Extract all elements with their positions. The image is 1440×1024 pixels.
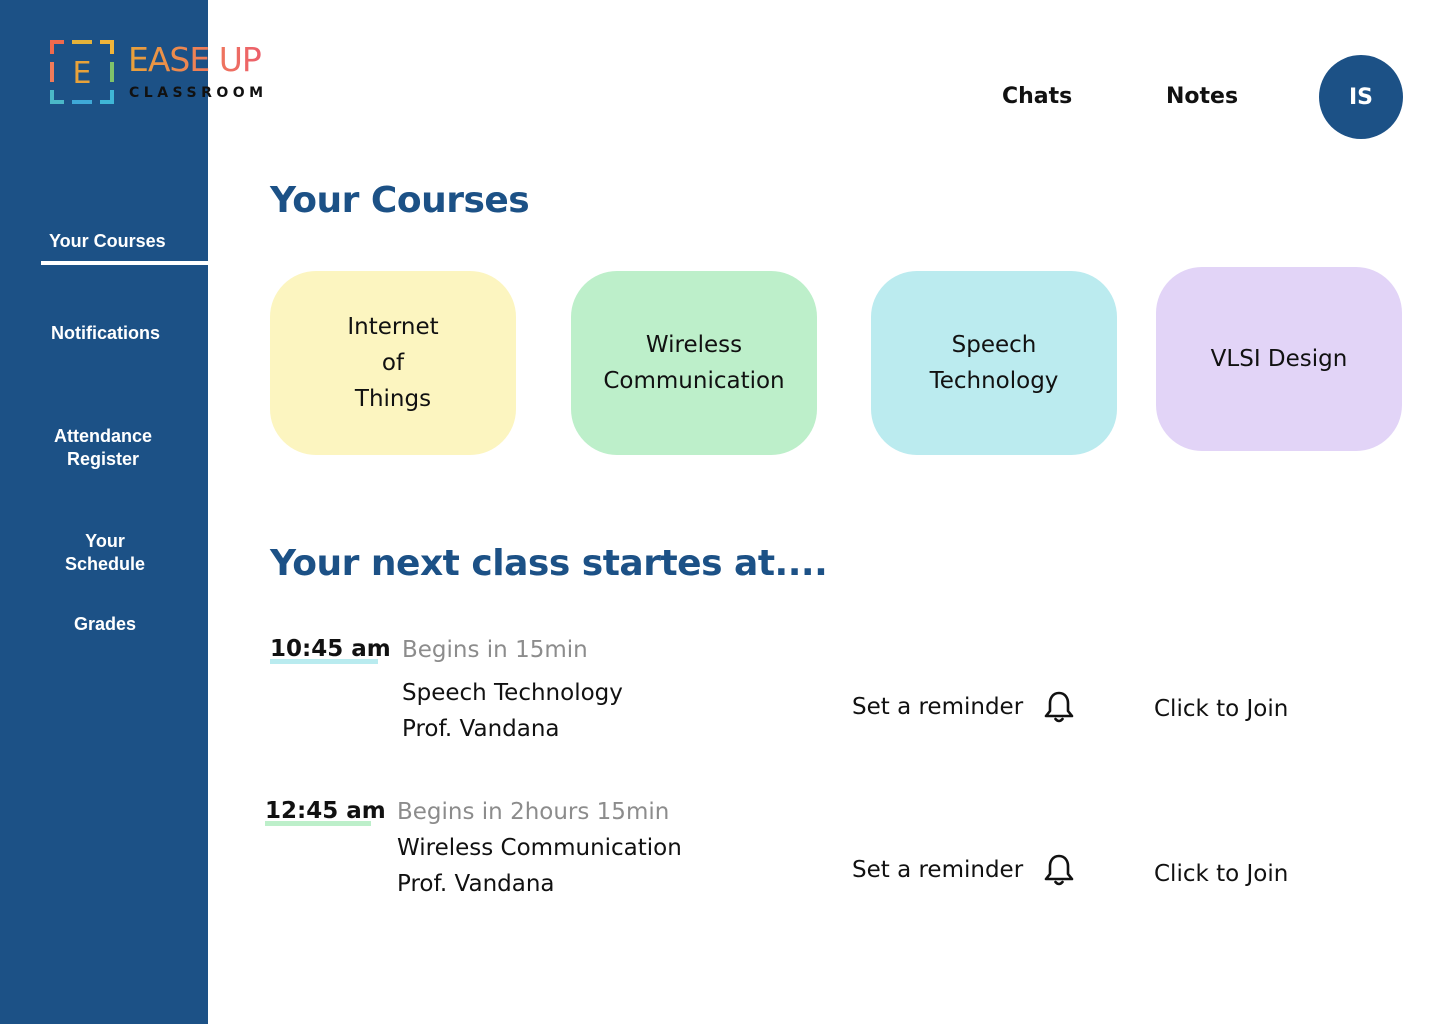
sidebar-item-label: Your Schedule bbox=[64, 531, 146, 574]
join-class-button[interactable]: Click to Join bbox=[1154, 696, 1288, 722]
class-professor: Prof. Vandana bbox=[397, 871, 555, 897]
course-card-wireless-communication[interactable]: Wireless Communication bbox=[571, 271, 817, 455]
class-time: 10:45 am bbox=[270, 636, 391, 662]
courses-title: Your Courses bbox=[270, 180, 530, 221]
chats-link[interactable]: Chats bbox=[1002, 84, 1072, 109]
sidebar-item-label: Notifications bbox=[51, 323, 161, 343]
class-professor: Prof. Vandana bbox=[402, 716, 560, 742]
set-reminder-button[interactable]: Set a reminder bbox=[852, 690, 1075, 724]
brand-logo: E EASE UP CLASSROOM bbox=[50, 40, 280, 106]
bell-icon bbox=[1044, 854, 1074, 886]
class-time: 12:45 am bbox=[265, 798, 386, 824]
sidebar-item-your-schedule[interactable]: Your Schedule bbox=[50, 507, 160, 576]
set-reminder-button[interactable]: Set a reminder bbox=[852, 853, 1075, 887]
brand-title: EASE UP bbox=[128, 40, 262, 79]
bell-icon bbox=[1044, 691, 1074, 723]
class-course-name: Wireless Communication bbox=[397, 835, 682, 861]
begins-in: Begins in 15min bbox=[402, 637, 588, 663]
course-card-label: Wireless Communication bbox=[603, 332, 785, 394]
sidebar-item-label: Attendance Register bbox=[53, 426, 152, 469]
active-indicator bbox=[41, 261, 208, 265]
avatar-initials: IS bbox=[1348, 84, 1374, 110]
sidebar: E EASE UP CLASSROOM Your Courses Notific… bbox=[0, 0, 263, 1024]
next-class-title: Your next class startes at.... bbox=[270, 543, 828, 584]
course-card-label: VLSI Design bbox=[1210, 346, 1348, 372]
logo-mark-icon: E bbox=[50, 40, 114, 104]
course-card-internet-of-things[interactable]: Internet of Things bbox=[270, 271, 516, 455]
course-card-speech-technology[interactable]: Speech Technology bbox=[871, 271, 1117, 455]
begins-in: Begins in 2hours 15min bbox=[397, 799, 670, 825]
notes-link[interactable]: Notes bbox=[1166, 84, 1238, 109]
svg-text:E: E bbox=[73, 56, 92, 91]
sidebar-item-your-courses[interactable]: Your Courses bbox=[49, 230, 166, 253]
sidebar-item-grades[interactable]: Grades bbox=[50, 613, 160, 636]
sidebar-item-attendance-register[interactable]: Attendance Register bbox=[48, 402, 158, 471]
set-reminder-label: Set a reminder bbox=[852, 694, 1024, 720]
course-card-label: Internet of Things bbox=[347, 314, 439, 412]
sidebar-item-label: Grades bbox=[73, 614, 137, 634]
join-class-button[interactable]: Click to Join bbox=[1154, 861, 1288, 887]
class-course-name: Speech Technology bbox=[402, 680, 623, 706]
sidebar-item-label: Your Courses bbox=[49, 231, 166, 251]
course-card-label: Speech Technology bbox=[929, 332, 1059, 394]
brand-subtitle: CLASSROOM bbox=[129, 85, 268, 101]
course-card-vlsi-design[interactable]: VLSI Design bbox=[1156, 267, 1402, 451]
sidebar-item-notifications[interactable]: Notifications bbox=[51, 322, 160, 345]
set-reminder-label: Set a reminder bbox=[852, 857, 1024, 883]
avatar[interactable]: IS bbox=[1319, 55, 1403, 139]
